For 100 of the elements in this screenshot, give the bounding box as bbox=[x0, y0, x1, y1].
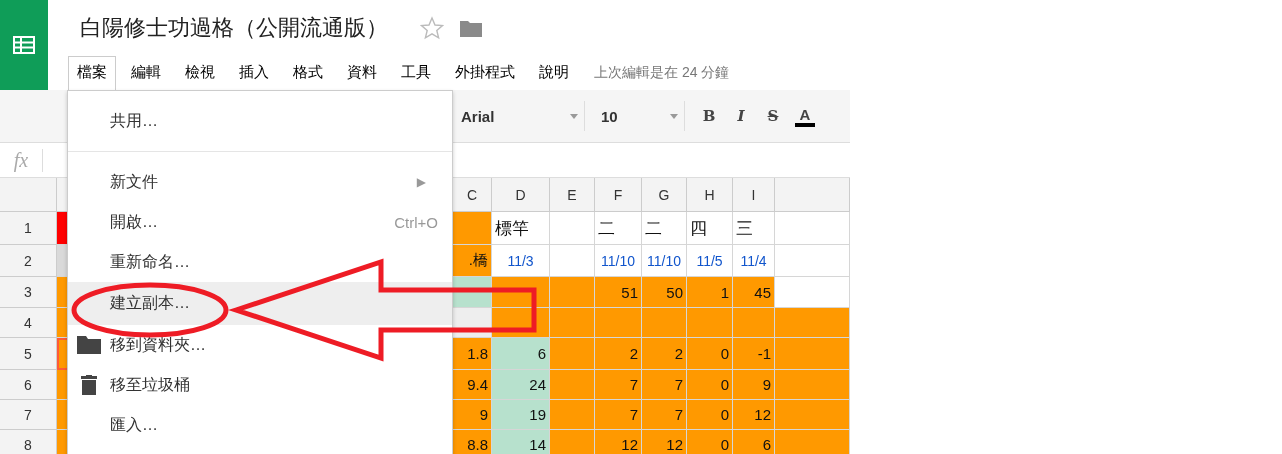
table-cell[interactable]: 2 bbox=[642, 338, 687, 370]
table-cell[interactable]: 19 bbox=[492, 400, 550, 430]
menu-item[interactable]: 重新命名… bbox=[68, 242, 452, 282]
table-cell[interactable]: 24 bbox=[492, 370, 550, 400]
table-cell[interactable]: 12 bbox=[642, 430, 687, 454]
table-cell[interactable]: 7 bbox=[595, 400, 642, 430]
table-cell[interactable] bbox=[642, 308, 687, 338]
row-header[interactable]: 8 bbox=[0, 430, 57, 454]
table-cell[interactable]: 二 bbox=[642, 212, 687, 245]
table-cell[interactable]: 7 bbox=[642, 400, 687, 430]
table-cell[interactable]: 9.4 bbox=[453, 370, 492, 400]
table-cell[interactable] bbox=[775, 245, 850, 277]
italic-button[interactable]: I bbox=[731, 107, 751, 125]
menu-item[interactable]: 檢視 bbox=[176, 55, 224, 91]
table-cell[interactable]: 11/5 bbox=[687, 245, 733, 277]
row-header[interactable]: 5 bbox=[0, 338, 57, 370]
table-cell[interactable] bbox=[550, 277, 595, 308]
table-cell[interactable] bbox=[775, 430, 850, 454]
menu-item[interactable]: 開啟… Ctrl+O bbox=[68, 202, 452, 242]
menu-item[interactable]: 新文件 ▶ bbox=[68, 162, 452, 202]
table-cell[interactable]: 7 bbox=[595, 370, 642, 400]
menu-item[interactable]: 資料 bbox=[338, 55, 386, 91]
menu-item[interactable]: 檔案 bbox=[68, 55, 116, 91]
last-edit-text[interactable]: 上次編輯是在 24 分鐘 bbox=[594, 64, 730, 82]
table-cell[interactable]: 9 bbox=[453, 400, 492, 430]
table-cell[interactable]: 12 bbox=[595, 430, 642, 454]
menu-item[interactable]: 說明 bbox=[530, 55, 578, 91]
table-cell[interactable]: 12 bbox=[733, 400, 775, 430]
table-cell[interactable]: 14 bbox=[492, 430, 550, 454]
table-cell[interactable] bbox=[733, 308, 775, 338]
table-cell[interactable]: 標竿 bbox=[492, 212, 550, 245]
row-header[interactable]: 2 bbox=[0, 245, 57, 277]
row-header[interactable]: 6 bbox=[0, 370, 57, 400]
table-cell[interactable] bbox=[550, 245, 595, 277]
row-header[interactable]: 7 bbox=[0, 400, 57, 430]
star-icon[interactable] bbox=[420, 16, 444, 40]
menu-item[interactable]: 移至垃圾桶 bbox=[68, 365, 452, 405]
sheets-logo[interactable] bbox=[0, 0, 48, 90]
table-cell[interactable] bbox=[775, 308, 850, 338]
table-cell[interactable] bbox=[775, 338, 850, 370]
menu-item[interactable]: 共用… bbox=[68, 101, 452, 141]
table-cell[interactable]: 11/3 bbox=[492, 245, 550, 277]
table-cell[interactable]: 8.8 bbox=[453, 430, 492, 454]
table-cell[interactable] bbox=[775, 370, 850, 400]
table-cell[interactable]: 0 bbox=[687, 430, 733, 454]
table-cell[interactable]: -1 bbox=[733, 338, 775, 370]
menu-item[interactable]: 工具 bbox=[392, 55, 440, 91]
table-cell[interactable]: 7 bbox=[642, 370, 687, 400]
table-cell[interactable] bbox=[550, 308, 595, 338]
table-cell[interactable] bbox=[775, 212, 850, 245]
menu-item[interactable]: 格式 bbox=[284, 55, 332, 91]
strikethrough-button[interactable]: S bbox=[763, 107, 783, 125]
bold-button[interactable]: B bbox=[699, 107, 719, 125]
font-dropdown[interactable]: Arial bbox=[455, 101, 585, 131]
table-cell[interactable]: 50 bbox=[642, 277, 687, 308]
table-cell[interactable] bbox=[453, 212, 492, 245]
table-cell[interactable] bbox=[550, 430, 595, 454]
table-cell[interactable]: 1 bbox=[687, 277, 733, 308]
table-cell[interactable]: 三 bbox=[733, 212, 775, 245]
table-cell[interactable]: 1.8 bbox=[453, 338, 492, 370]
font-size-dropdown[interactable]: 10 bbox=[595, 101, 685, 131]
table-cell[interactable]: 11/4 bbox=[733, 245, 775, 277]
column-header[interactable]: F bbox=[595, 178, 642, 212]
menu-item[interactable]: 匯入… bbox=[68, 405, 452, 445]
table-cell[interactable]: 45 bbox=[733, 277, 775, 308]
column-header[interactable]: H bbox=[687, 178, 733, 212]
table-cell[interactable]: 0 bbox=[687, 400, 733, 430]
corner-cell[interactable] bbox=[0, 178, 57, 212]
table-cell[interactable] bbox=[550, 370, 595, 400]
table-cell[interactable]: 0 bbox=[687, 338, 733, 370]
table-cell[interactable] bbox=[595, 308, 642, 338]
table-cell[interactable]: .橋 bbox=[453, 245, 492, 277]
menu-item[interactable]: 移到資料夾… bbox=[68, 325, 452, 365]
column-header[interactable] bbox=[775, 178, 850, 212]
row-header[interactable]: 3 bbox=[0, 277, 57, 308]
text-color-button[interactable]: A bbox=[795, 105, 815, 127]
table-cell[interactable]: 2 bbox=[595, 338, 642, 370]
table-cell[interactable]: 51 bbox=[595, 277, 642, 308]
table-cell[interactable] bbox=[550, 400, 595, 430]
table-cell[interactable] bbox=[775, 400, 850, 430]
table-cell[interactable] bbox=[775, 277, 850, 308]
table-cell[interactable]: 四 bbox=[687, 212, 733, 245]
column-header[interactable]: I bbox=[733, 178, 775, 212]
column-header[interactable]: D bbox=[492, 178, 550, 212]
column-header[interactable]: G bbox=[642, 178, 687, 212]
menu-item[interactable]: 編輯 bbox=[122, 55, 170, 91]
column-header[interactable]: E bbox=[550, 178, 595, 212]
row-header[interactable]: 1 bbox=[0, 212, 57, 245]
document-title[interactable]: 白陽修士功過格（公開流通版） bbox=[80, 13, 388, 43]
column-header[interactable]: C bbox=[453, 178, 492, 212]
folder-icon[interactable] bbox=[460, 19, 482, 37]
table-cell[interactable]: 6 bbox=[733, 430, 775, 454]
table-cell[interactable]: 6 bbox=[492, 338, 550, 370]
table-cell[interactable]: 9 bbox=[733, 370, 775, 400]
row-header[interactable]: 4 bbox=[0, 308, 57, 338]
menu-item[interactable]: 插入 bbox=[230, 55, 278, 91]
table-cell[interactable]: 11/10 bbox=[595, 245, 642, 277]
table-cell[interactable]: 0 bbox=[687, 370, 733, 400]
table-cell[interactable] bbox=[550, 212, 595, 245]
table-cell[interactable] bbox=[687, 308, 733, 338]
